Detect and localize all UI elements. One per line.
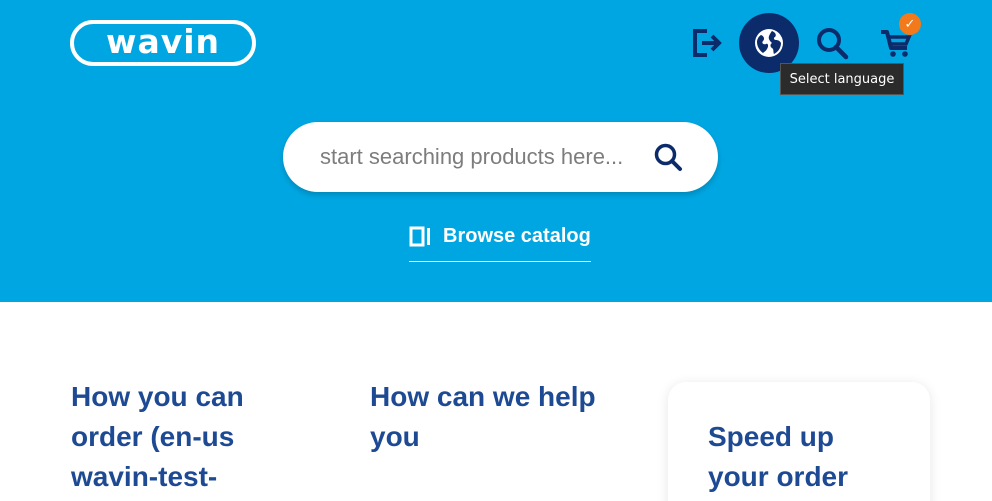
search-submit-button[interactable] [652, 141, 684, 173]
search-icon [654, 143, 682, 171]
speed-up-card[interactable]: Speed up your order [668, 382, 930, 501]
logo-text: wavin [105, 22, 221, 61]
cart-badge: ✓ [899, 13, 921, 35]
search-box [283, 122, 718, 192]
logout-icon [693, 29, 722, 57]
help-heading: How can we help you [370, 381, 596, 452]
logout-button[interactable] [688, 24, 724, 62]
search-input[interactable] [320, 144, 640, 170]
browse-catalog-label: Browse catalog [443, 225, 591, 247]
browse-catalog-link[interactable]: Browse catalog [409, 220, 591, 262]
hero-header: wavin ✓ Select language start searching … [0, 0, 992, 302]
search-icon [817, 28, 849, 60]
catalog-icon [409, 226, 430, 246]
language-tooltip: Select language [780, 63, 904, 95]
header-search-button[interactable] [812, 24, 852, 62]
order-heading: How you can order (en-us wavin-test- [71, 381, 244, 492]
card-title: Speed up your order [708, 421, 849, 492]
wavin-logo[interactable]: wavin [70, 20, 256, 66]
globe-icon [755, 29, 783, 57]
